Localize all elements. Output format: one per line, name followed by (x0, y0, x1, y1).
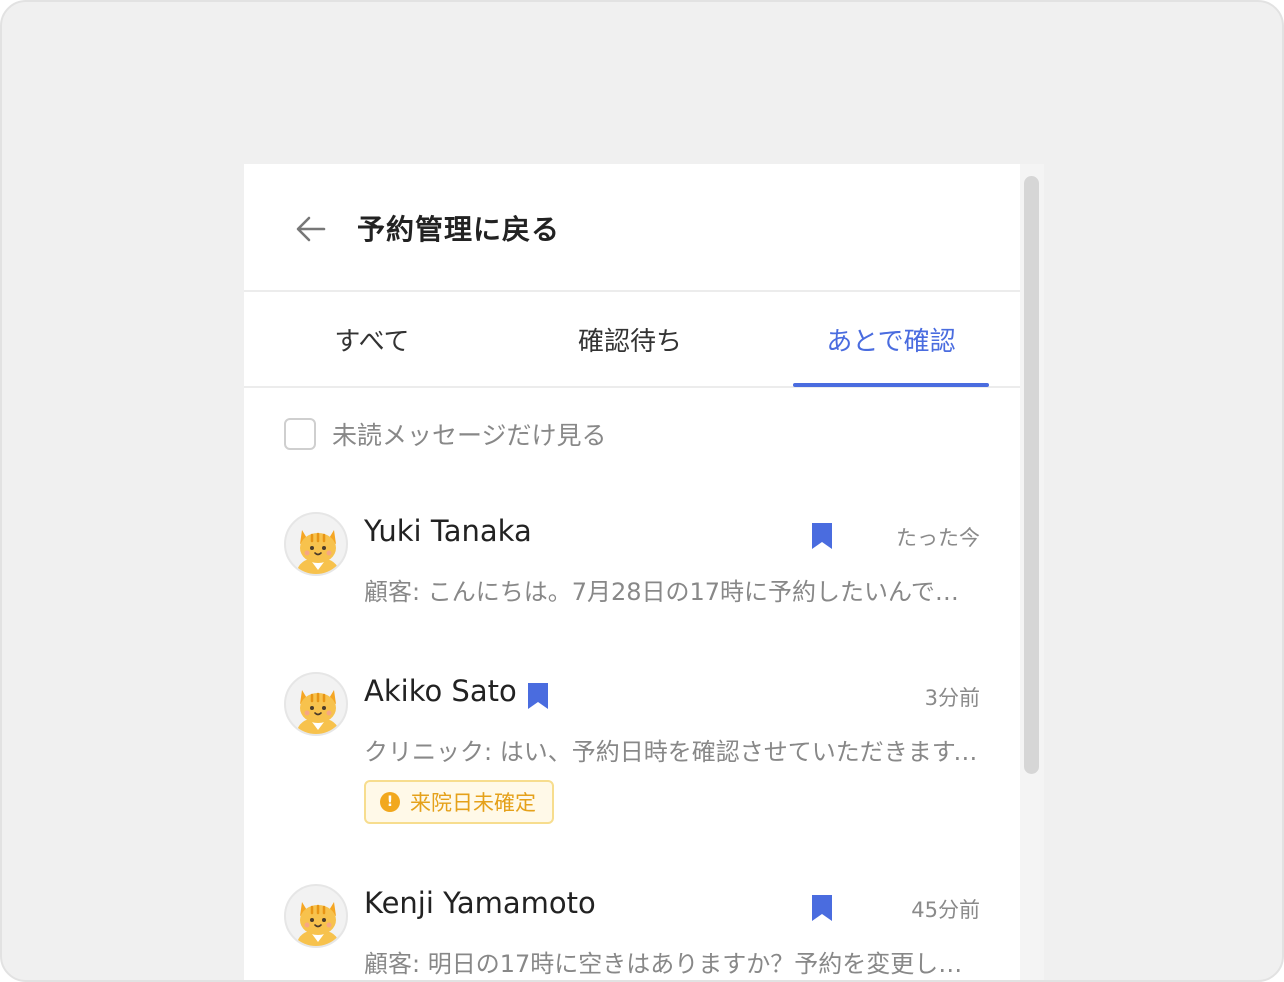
cat-avatar-icon (284, 884, 348, 948)
chat-list-panel: 予約管理に戻る すべて 確認待ち あとで確認 未読メッセージだけ見る Yuki … (244, 164, 1020, 980)
tab-bar: すべて 確認待ち あとで確認 (244, 292, 1020, 388)
unread-only-checkbox[interactable] (284, 418, 316, 450)
contact-name: Akiko Sato (364, 674, 517, 708)
scrollbar-thumb[interactable] (1024, 176, 1039, 774)
back-to-reservations-link[interactable]: 予約管理に戻る (357, 208, 560, 248)
unread-filter-label: 未読メッセージだけ見る (332, 421, 607, 450)
message-preview: クリニック: はい、予約日時を確認させていただきます。少々お待ちください。 (364, 738, 980, 766)
conversation-item[interactable]: Yuki Tanaka たった今 顧客: こんにちは。7月28日の17時に予約し… (244, 494, 1020, 644)
cat-avatar-icon (284, 512, 348, 576)
message-preview: 顧客: 明日の17時に空きはありますか？予約を変更したいです。 (364, 950, 980, 978)
header: 予約管理に戻る (244, 164, 1020, 292)
warning-icon: ! (380, 792, 400, 812)
tab-all[interactable]: すべて (272, 292, 472, 386)
message-preview: 顧客: こんにちは。7月28日の17時に予約したいんですが、空いていますか？ (364, 578, 980, 606)
message-time: たった今 (896, 526, 980, 550)
bookmark-icon[interactable] (812, 523, 832, 549)
app-frame: 予約管理に戻る すべて 確認待ち あとで確認 未読メッセージだけ見る Yuki … (0, 0, 1284, 982)
back-arrow-icon[interactable] (294, 212, 328, 246)
status-badge-label: 来院日未確定 (410, 791, 536, 815)
cat-avatar-icon (284, 672, 348, 736)
tab-pending[interactable]: 確認待ち (530, 292, 730, 386)
contact-name: Yuki Tanaka (364, 514, 532, 548)
contact-name: Kenji Yamamoto (364, 886, 596, 920)
bookmark-icon[interactable] (812, 895, 832, 921)
active-tab-indicator (793, 383, 989, 387)
conversation-item[interactable]: Akiko Sato 3分前 クリニック: はい、予約日時を確認させていただきま… (244, 654, 1020, 834)
conversation-item[interactable]: Kenji Yamamoto 45分前 顧客: 明日の17時に空きはありますか？… (244, 866, 1020, 980)
message-time: 45分前 (911, 898, 980, 922)
unread-filter[interactable]: 未読メッセージだけ見る (284, 416, 607, 452)
bookmark-icon[interactable] (528, 683, 548, 709)
tab-check-later[interactable]: あとで確認 (791, 292, 991, 386)
message-time: 3分前 (924, 686, 980, 710)
scrollbar-track[interactable] (1020, 164, 1044, 980)
status-badge: ! 来院日未確定 (364, 780, 554, 824)
